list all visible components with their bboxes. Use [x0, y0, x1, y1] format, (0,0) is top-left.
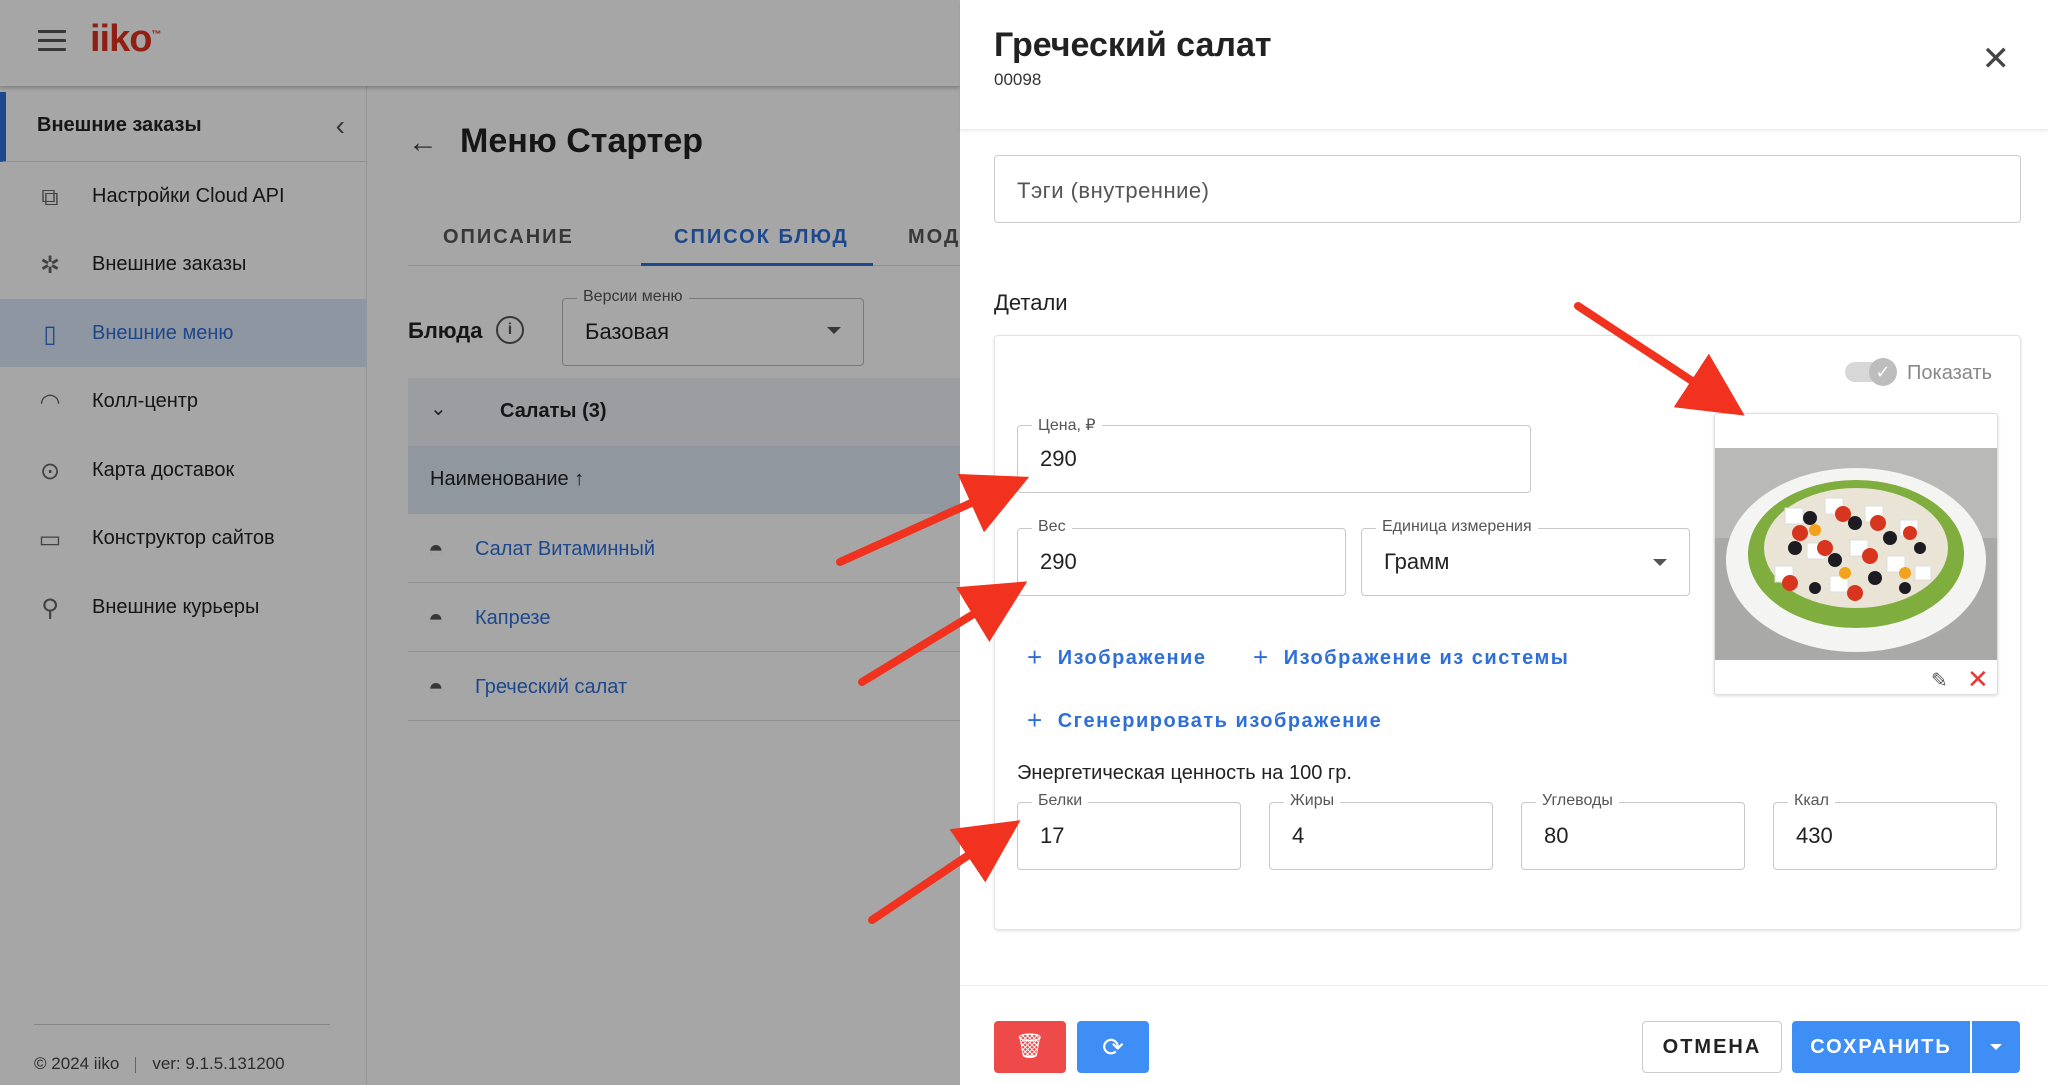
weight-field[interactable]: Вес 290	[1017, 518, 1346, 596]
dropdown-arrow-icon	[1653, 559, 1667, 566]
kcal-legend: Ккал	[1788, 792, 1835, 810]
plus-icon: +	[1027, 705, 1044, 735]
show-toggle-label: Показать	[1907, 362, 1993, 384]
add-system-image-button[interactable]: + Изображение из системы	[1253, 642, 1569, 673]
greek-salad-image	[1715, 448, 1997, 660]
details-heading: Детали	[994, 290, 1068, 315]
generate-image-button[interactable]: + Сгенерировать изображение	[1027, 705, 1382, 736]
weight-value: 290	[1040, 549, 1077, 574]
drawer-footer: 🗑 ⟳ ОТМЕНА СОХРАНИТЬ	[960, 985, 2048, 1085]
drawer-header: Греческий салат 00098 ✕	[960, 0, 2048, 130]
background-app: iiko™ Внешние заказы ‹ ⧉ Настройки Cloud…	[0, 0, 1010, 1085]
tags-placeholder: Тэги (внутренние)	[1017, 178, 1210, 203]
tags-input[interactable]: Тэги (внутренние)	[994, 155, 2021, 223]
weight-legend: Вес	[1032, 518, 1072, 536]
show-toggle[interactable]: ✓	[1845, 358, 1897, 386]
plus-icon: +	[1027, 642, 1044, 672]
dish-image-preview[interactable]: ✎ ✕	[1714, 413, 1998, 695]
delete-button[interactable]: 🗑	[994, 1021, 1066, 1073]
drawer-title: Греческий салат	[994, 26, 1272, 64]
price-field[interactable]: Цена, ₽ 290	[1017, 415, 1531, 493]
sync-icon: ⟳	[1102, 1032, 1124, 1062]
save-options-button[interactable]	[1972, 1021, 2020, 1073]
unit-select[interactable]: Единица измерения Грамм	[1361, 518, 1690, 596]
trash-icon: 🗑	[1014, 1033, 1046, 1060]
unit-legend: Единица измерения	[1376, 518, 1538, 536]
dish-code: 00098	[994, 70, 1042, 89]
price-value: 290	[1040, 446, 1077, 471]
add-image-button[interactable]: + Изображение	[1027, 642, 1206, 673]
kcal-field[interactable]: Ккал 430	[1773, 792, 1997, 870]
sync-button[interactable]: ⟳	[1077, 1021, 1149, 1073]
chevron-down-icon	[1990, 1044, 2002, 1050]
proteins-legend: Белки	[1032, 792, 1089, 810]
energy-label: Энергетическая ценность на 100 гр.	[1017, 762, 1352, 784]
carbs-field[interactable]: Углеводы 80	[1521, 792, 1745, 870]
fats-value: 4	[1292, 823, 1305, 848]
carbs-value: 80	[1544, 823, 1569, 848]
check-icon: ✓	[1869, 358, 1897, 386]
edit-pencil-icon[interactable]: ✎	[1931, 668, 1948, 693]
cancel-button[interactable]: ОТМЕНА	[1642, 1021, 1782, 1073]
fats-legend: Жиры	[1284, 792, 1341, 810]
plus-icon: +	[1253, 642, 1270, 672]
delete-x-icon[interactable]: ✕	[1967, 664, 1989, 695]
price-legend: Цена, ₽	[1032, 415, 1102, 435]
details-card: ✓ Показать Цена, ₽ 290 Вес 290 Единица и…	[994, 335, 2021, 930]
kcal-value: 430	[1796, 823, 1833, 848]
proteins-field[interactable]: Белки 17	[1017, 792, 1241, 870]
fats-field[interactable]: Жиры 4	[1269, 792, 1493, 870]
close-icon[interactable]: ✕	[1982, 42, 2011, 76]
unit-value: Грамм	[1384, 549, 1450, 574]
modal-overlay[interactable]	[0, 0, 960, 1085]
proteins-value: 17	[1040, 823, 1065, 848]
save-button[interactable]: СОХРАНИТЬ	[1792, 1021, 1970, 1073]
dish-edit-drawer: Греческий салат 00098 ✕ Тэги (внутренние…	[960, 0, 2048, 1085]
carbs-legend: Углеводы	[1536, 792, 1619, 810]
